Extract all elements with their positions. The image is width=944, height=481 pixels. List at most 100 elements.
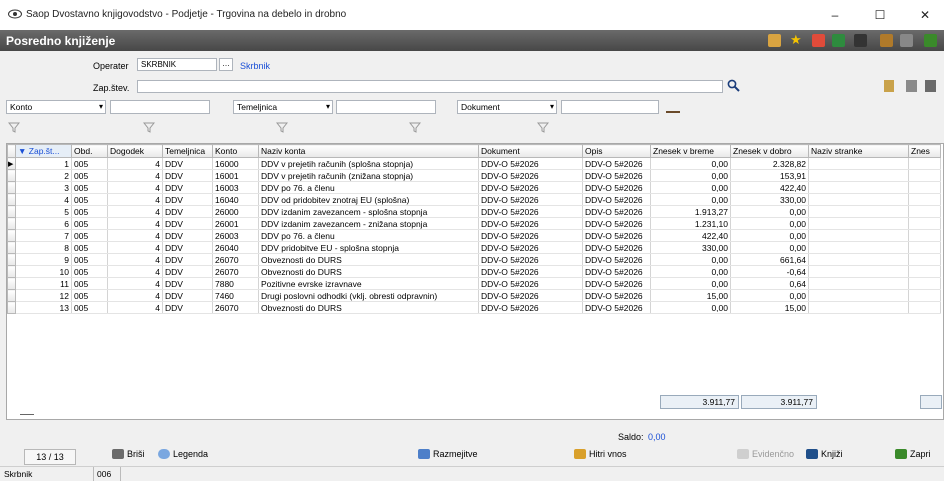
row-indicator[interactable] [7,289,16,302]
filter-value-temeljnica[interactable] [336,100,436,114]
cell-znesek-breme[interactable]: 0,00 [650,169,731,182]
filter-field-konto[interactable]: Konto ▾ [6,100,106,114]
table-row[interactable]: 9 005 4 DDV 26070 Obveznosti do DURS DDV-O 5#2… [7,253,941,266]
row-indicator[interactable] [7,169,16,182]
cell-znesek-dobro[interactable]: 0,00 [730,289,809,302]
filter-value-dokument[interactable] [561,100,659,114]
cell-obd[interactable]: 005 [71,277,108,290]
cell-temeljnica[interactable]: DDV [162,217,213,230]
maximize-button[interactable]: ☐ [865,6,895,24]
cell-zapst[interactable]: 9 [15,253,72,266]
cell-obd[interactable]: 005 [71,217,108,230]
cell-obd[interactable]: 005 [71,229,108,242]
column-header-dokument[interactable]: Dokument [478,144,583,158]
table-row[interactable]: 5 005 4 DDV 26000 DDV izdanim zavezancem - sp… [7,205,941,218]
table-row[interactable]: 10 005 4 DDV 26070 Obveznosti do DURS DDV-O 5#… [7,265,941,278]
hitri-vnos-button[interactable]: Hitri vnos [574,449,627,459]
cell-dokument[interactable]: DDV-O 5#2026 [478,157,583,170]
filter-funnel-icon[interactable] [143,122,155,133]
row-indicator[interactable] [7,253,16,266]
cell-znesek-dobro[interactable]: 0,00 [730,205,809,218]
cell-znes[interactable] [908,217,941,230]
legenda-button[interactable]: Legenda [158,449,208,459]
cell-zapst[interactable]: 6 [15,217,72,230]
table-row[interactable]: 13 005 4 DDV 26070 Obveznosti do DURS DDV-O 5#… [7,301,941,314]
cell-znesek-dobro[interactable]: 0,00 [730,241,809,254]
cell-naziv-stranke[interactable] [808,301,909,314]
table-row[interactable]: 3 005 4 DDV 16003 DDV po 76. a členu DDV-O 5#2… [7,181,941,194]
column-header-naziv-konta[interactable]: Naziv konta [258,144,479,158]
cell-zapst[interactable]: 2 [15,169,72,182]
cell-znes[interactable] [908,301,941,314]
cell-dogodek[interactable]: 4 [107,193,163,206]
cell-konto[interactable]: 7880 [212,277,259,290]
cell-opis[interactable]: DDV-O 5#2026 [582,157,651,170]
collapse-handle[interactable] [20,414,34,415]
cell-obd[interactable]: 005 [71,181,108,194]
column-header-znesek-breme[interactable]: Znesek v breme [650,144,731,158]
column-header-dogodek[interactable]: Dogodek [107,144,163,158]
filter-funnel-icon[interactable] [537,122,549,133]
cell-dogodek[interactable]: 4 [107,289,163,302]
cell-znesek-dobro[interactable]: -0,64 [730,265,809,278]
close-button[interactable]: ✕ [910,6,940,24]
cell-znesek-breme[interactable]: 0,00 [650,253,731,266]
zapri-button[interactable]: Zapri [895,449,931,459]
cell-naziv-konta[interactable]: DDV v prejetih računih (znižana stopnja) [258,169,479,182]
cell-opis[interactable]: DDV-O 5#2026 [582,181,651,194]
cell-znes[interactable] [908,157,941,170]
cell-konto[interactable]: 26070 [212,253,259,266]
cell-opis[interactable]: DDV-O 5#2026 [582,289,651,302]
cell-dokument[interactable]: DDV-O 5#2026 [478,253,583,266]
cell-znes[interactable] [908,193,941,206]
cell-dokument[interactable]: DDV-O 5#2026 [478,217,583,230]
column-header-obd[interactable]: Obd. [71,144,108,158]
cell-naziv-stranke[interactable] [808,157,909,170]
cell-konto[interactable]: 26040 [212,241,259,254]
excel-icon[interactable] [832,34,845,47]
table-row[interactable]: 7 005 4 DDV 26003 DDV po 76. a členu DDV-O 5#2… [7,229,941,242]
cell-znesek-dobro[interactable]: 0,00 [730,217,809,230]
cell-dokument[interactable]: DDV-O 5#2026 [478,301,583,314]
column-header-opis[interactable]: Opis [582,144,651,158]
cell-znesek-dobro[interactable]: 2.328,82 [730,157,809,170]
filter-funnel-icon[interactable] [276,122,288,133]
cell-naziv-konta[interactable]: Obveznosti do DURS [258,301,479,314]
cell-zapst[interactable]: 11 [15,277,72,290]
cell-temeljnica[interactable]: DDV [162,193,213,206]
cell-opis[interactable]: DDV-O 5#2026 [582,265,651,278]
cell-obd[interactable]: 005 [71,253,108,266]
cell-temeljnica[interactable]: DDV [162,241,213,254]
cell-naziv-konta[interactable]: DDV od pridobitev znotraj EU (splošna) [258,193,479,206]
razmejitve-button[interactable]: Razmejitve [418,449,478,459]
cell-naziv-konta[interactable]: DDV po 76. a členu [258,181,479,194]
cell-dogodek[interactable]: 4 [107,241,163,254]
cell-opis[interactable]: DDV-O 5#2026 [582,253,651,266]
cell-naziv-konta[interactable]: Drugi poslovni odhodki (vklj. obresti od… [258,289,479,302]
cell-znesek-dobro[interactable]: 0,64 [730,277,809,290]
print-icon[interactable] [854,34,867,47]
cell-obd[interactable]: 005 [71,157,108,170]
cell-obd[interactable]: 005 [71,289,108,302]
edit-all-icon[interactable] [925,80,936,92]
cell-temeljnica[interactable]: DDV [162,205,213,218]
layout-icon[interactable] [768,34,781,47]
cell-znesek-breme[interactable]: 0,00 [650,157,731,170]
cell-naziv-stranke[interactable] [808,277,909,290]
cell-znes[interactable] [908,289,941,302]
cell-zapst[interactable]: 12 [15,289,72,302]
cell-opis[interactable]: DDV-O 5#2026 [582,229,651,242]
cell-znesek-breme[interactable]: 0,00 [650,277,731,290]
cell-opis[interactable]: DDV-O 5#2026 [582,193,651,206]
pdf-icon[interactable] [812,34,825,47]
filter-value-konto[interactable] [110,100,210,114]
column-header-naziv-stranke[interactable]: Naziv stranke [808,144,909,158]
cell-znesek-breme[interactable]: 0,00 [650,265,731,278]
table-row[interactable]: 4 005 4 DDV 16040 DDV od pridobitev znotraj E… [7,193,941,206]
column-header-zapst[interactable]: ▼ Zap.št... [15,144,72,158]
cell-obd[interactable]: 005 [71,301,108,314]
row-indicator[interactable] [7,229,16,242]
cell-opis[interactable]: DDV-O 5#2026 [582,205,651,218]
cell-obd[interactable]: 005 [71,241,108,254]
cell-dogodek[interactable]: 4 [107,253,163,266]
